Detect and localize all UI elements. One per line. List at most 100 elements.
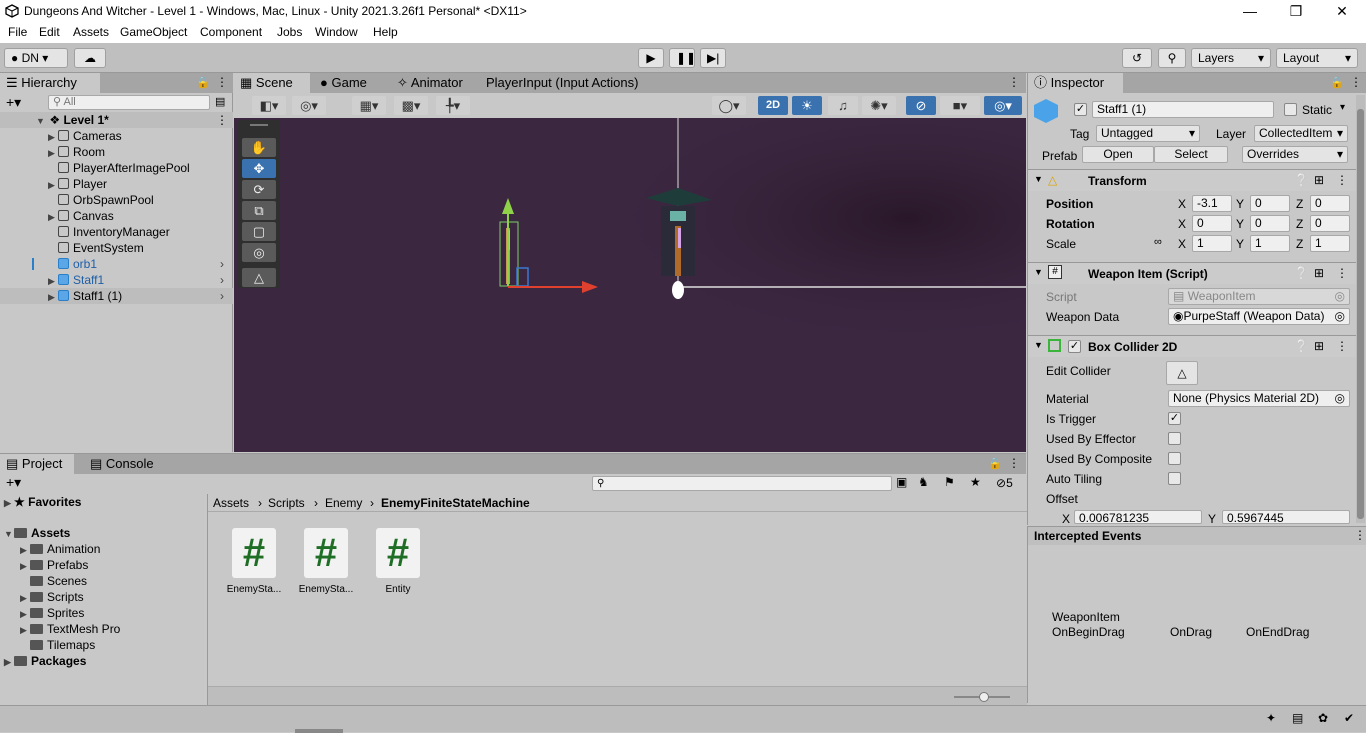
scale-y-field[interactable]: 1 — [1250, 235, 1290, 252]
gizmos-icon[interactable]: ◎▾ — [984, 96, 1022, 115]
tag-dropdown[interactable]: Untagged ▾ — [1096, 125, 1200, 142]
minimize-icon[interactable]: — — [1227, 0, 1273, 23]
used-by-composite-checkbox[interactable] — [1168, 452, 1181, 465]
layers-dropdown[interactable]: Layers ▾ — [1191, 48, 1271, 68]
restore-icon[interactable]: ❐ — [1273, 0, 1319, 23]
folder-item[interactable]: ▶ Sprites — [0, 605, 207, 621]
draw-mode-icon[interactable]: ◧▾ — [252, 96, 286, 115]
kebab-icon[interactable]: ⋮ — [1336, 173, 1348, 187]
menu-window[interactable]: Window — [315, 25, 358, 39]
camera-mode-icon[interactable]: ◯▾ — [712, 96, 746, 115]
auto-tiling-checkbox[interactable] — [1168, 472, 1181, 485]
offset-y-field[interactable]: 0.5967445 — [1222, 510, 1350, 525]
search-icon[interactable]: ⚲ — [1158, 48, 1186, 68]
preset-icon[interactable]: ⊞ — [1314, 266, 1324, 280]
lock-icon[interactable]: 🔒 — [196, 76, 210, 89]
layer-dropdown[interactable]: CollectedItem ▾ — [1254, 125, 1348, 142]
open-prefab-button[interactable]: Open — [1082, 146, 1154, 163]
graphics-icon[interactable]: ▤ — [1292, 711, 1303, 725]
help-icon[interactable]: ❔ — [1294, 266, 1309, 280]
hierarchy-item[interactable]: PlayerAfterImagePool — [0, 160, 233, 176]
tab-animator[interactable]: ✧ Animator — [391, 73, 469, 93]
rotation-y-field[interactable]: 0 — [1250, 215, 1290, 232]
kebab-icon[interactable]: ⋮ — [1008, 75, 1020, 89]
breadcrumb-scripts[interactable]: Scripts — [268, 495, 305, 511]
close-icon[interactable]: ✕ — [1319, 0, 1365, 23]
scale-x-field[interactable]: 1 — [1192, 235, 1232, 252]
weapon-data-field[interactable]: ◉PurpeStaff (Weapon Data) ◎ — [1168, 308, 1350, 325]
cloud-icon[interactable]: ☁ — [74, 48, 106, 68]
box-collider-enabled-checkbox[interactable]: ✓ — [1068, 340, 1081, 353]
preset-icon[interactable]: ⊞ — [1314, 339, 1324, 353]
folder-item[interactable]: ▶ Scripts — [0, 589, 207, 605]
rotate-tool-icon[interactable]: ⟳ — [242, 180, 276, 199]
star-icon[interactable]: ★ — [970, 475, 981, 489]
offset-x-field[interactable]: 0.006781235 — [1074, 510, 1202, 525]
hierarchy-item[interactable]: ▶ Cameras — [0, 128, 233, 144]
search-by-label-icon[interactable]: ♞ — [918, 475, 929, 489]
hierarchy-item[interactable]: EventSystem — [0, 240, 233, 256]
edit-collider-button[interactable]: △ — [1166, 361, 1198, 385]
search-options-icon[interactable]: ▤ — [215, 95, 225, 108]
lighting-icon[interactable]: ☀ — [792, 96, 822, 115]
tab-game[interactable]: ● Game — [314, 73, 373, 93]
hierarchy-item[interactable]: ▶ Room — [0, 144, 233, 160]
drag-handle-icon[interactable] — [250, 124, 268, 126]
hierarchy-item[interactable]: ▶ Player — [0, 176, 233, 192]
tab-scene[interactable]: ▦ Scene — [234, 73, 310, 93]
static-dropdown-icon[interactable]: ▾ — [1340, 102, 1345, 113]
pause-icon[interactable]: ❚❚ — [669, 48, 696, 68]
kebab-icon[interactable]: ⋮ — [216, 112, 228, 128]
zoom-slider-thumb[interactable] — [979, 692, 989, 702]
script-file-card[interactable]: # Entity — [368, 528, 428, 598]
hidden-packages-toggle[interactable]: ⊘5 — [996, 475, 1013, 491]
kebab-icon[interactable]: ⋮ — [1350, 75, 1362, 89]
hand-tool-icon[interactable]: ✋ — [242, 138, 276, 157]
mode-2d-toggle[interactable]: 2D — [758, 96, 788, 115]
collapse-arrow-icon[interactable]: ▼ — [1034, 267, 1043, 277]
transform-header[interactable]: ▼ △ Transform ❔ ⊞ ⋮ — [1028, 169, 1358, 191]
kebab-icon[interactable]: ⋮ — [1008, 456, 1020, 470]
scale-tool-icon[interactable]: ⧉ — [242, 201, 276, 220]
effects-icon[interactable]: ✺▾ — [862, 96, 896, 115]
grid-snap-icon[interactable]: ▦▾ — [352, 96, 386, 115]
menu-help[interactable]: Help — [373, 25, 398, 39]
inspector-scrollbar[interactable] — [1356, 95, 1365, 523]
layout-dropdown[interactable]: Layout ▾ — [1276, 48, 1358, 68]
target-icon[interactable]: ◎ — [1335, 391, 1345, 406]
favorites-item[interactable]: ▶ ★ Favorites — [0, 494, 207, 510]
preset-icon[interactable]: ⊞ — [1314, 173, 1324, 187]
menu-edit[interactable]: Edit — [39, 25, 60, 39]
folder-item[interactable]: Tilemaps — [0, 637, 207, 653]
breadcrumb-enemy[interactable]: Enemy — [325, 495, 362, 511]
rotation-x-field[interactable]: 0 — [1192, 215, 1232, 232]
tag-icon[interactable]: ⚑ — [944, 475, 955, 489]
chevron-right-icon[interactable]: › — [220, 256, 224, 272]
overrides-dropdown[interactable]: Overrides ▾ — [1242, 146, 1348, 163]
kebab-icon[interactable]: ⋮ — [1336, 266, 1348, 280]
assets-root[interactable]: ▼ Assets — [0, 525, 207, 541]
collapse-arrow-icon[interactable]: ▼ — [1034, 340, 1043, 350]
weapon-item-header[interactable]: ▼ # Weapon Item (Script) ❔ ⊞ ⋮ — [1028, 262, 1358, 284]
folder-item[interactable]: ▶ Animation — [0, 541, 207, 557]
folder-item[interactable]: ▶ Prefabs — [0, 557, 207, 573]
tab-hierarchy[interactable]: ☰ Hierarchy — [0, 73, 100, 93]
hierarchy-item[interactable]: ▶ Staff1 › — [0, 272, 233, 288]
hierarchy-item[interactable]: InventoryManager — [0, 224, 233, 240]
breadcrumb-current[interactable]: EnemyFiniteStateMachine — [381, 495, 530, 511]
hierarchy-item[interactable]: orb1 › — [0, 256, 233, 272]
position-z-field[interactable]: 0 — [1310, 195, 1350, 212]
camera-icon[interactable]: ■▾ — [940, 96, 980, 115]
add-asset-icon[interactable]: +▾ — [6, 474, 21, 491]
tab-console[interactable]: ▤ Console — [84, 454, 160, 474]
is-trigger-checkbox[interactable]: ✓ — [1168, 412, 1181, 425]
add-icon[interactable]: +▾ — [6, 94, 21, 111]
packages-root[interactable]: ▶ Packages — [0, 653, 207, 669]
menu-gameobject[interactable]: GameObject — [120, 25, 187, 39]
box-collider-header[interactable]: ▼ ✓ Box Collider 2D ❔ ⊞ ⋮ — [1028, 335, 1358, 357]
rect-tool-icon[interactable]: ▢ — [242, 222, 276, 241]
menu-file[interactable]: File — [8, 25, 27, 39]
hierarchy-item[interactable]: OrbSpawnPool — [0, 192, 233, 208]
kebab-icon[interactable]: ⋮ — [216, 75, 228, 89]
used-by-effector-checkbox[interactable] — [1168, 432, 1181, 445]
